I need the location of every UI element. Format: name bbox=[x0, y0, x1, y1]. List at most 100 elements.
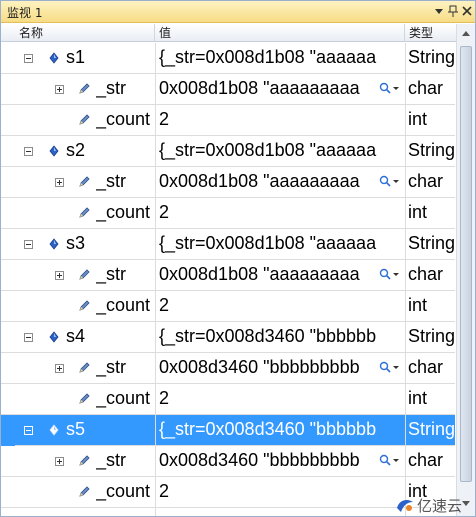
pencil-icon bbox=[77, 268, 91, 282]
column-header: 名称 值 类型 bbox=[1, 24, 475, 42]
watch-value[interactable]: {_str=0x008d1b08 "aaaaaa bbox=[159, 47, 403, 68]
column-divider bbox=[155, 43, 156, 516]
watch-child-row[interactable]: _str 0x008d3460 "bbbbbbbbb char bbox=[1, 353, 455, 384]
row-gutter bbox=[1, 43, 15, 74]
expand-icon[interactable] bbox=[55, 364, 64, 373]
vertical-scrollbar[interactable] bbox=[456, 24, 475, 516]
watch-child-row[interactable]: _str 0x008d3460 "bbbbbbbbb char bbox=[1, 446, 455, 477]
column-divider bbox=[405, 43, 406, 516]
watch-window: 监视 1 名称 值 类型 s1 {_str=0x008d1b08 "aaaaaa S… bbox=[0, 0, 476, 517]
watch-value[interactable]: 2 bbox=[159, 388, 403, 409]
diamond-icon bbox=[47, 237, 61, 251]
expand-icon[interactable] bbox=[55, 271, 64, 280]
pencil-icon bbox=[77, 206, 91, 220]
expand-icon[interactable] bbox=[55, 178, 64, 187]
watch-row[interactable]: s2 {_str=0x008d1b08 "aaaaaa String bbox=[1, 136, 455, 167]
row-gutter bbox=[1, 260, 15, 291]
watch-type: char bbox=[408, 450, 444, 470]
watch-value[interactable]: {_str=0x008d3460 "bbbbbb bbox=[159, 326, 403, 347]
row-gutter bbox=[1, 446, 15, 477]
watch-child-row[interactable]: _count 2 int bbox=[1, 291, 455, 322]
watch-name: s3 bbox=[66, 233, 86, 253]
watch-type: String bbox=[408, 233, 455, 253]
text-visualizer-icon[interactable] bbox=[378, 81, 399, 97]
watermark-logo-icon bbox=[395, 496, 415, 516]
text-visualizer-icon[interactable] bbox=[378, 174, 399, 190]
watch-name: _str bbox=[96, 357, 127, 377]
diamond-icon bbox=[47, 51, 61, 65]
watch-value[interactable]: 0x008d1b08 "aaaaaaaaa bbox=[159, 78, 379, 99]
watch-child-row[interactable]: _count 2 int bbox=[1, 198, 455, 229]
watch-value[interactable]: 2 bbox=[159, 481, 403, 502]
watch-value[interactable]: 2 bbox=[159, 109, 403, 130]
title-bar[interactable]: 监视 1 bbox=[1, 1, 475, 23]
watch-row[interactable]: s5 {_str=0x008d3460 "bbbbbb String bbox=[1, 415, 455, 446]
row-gutter bbox=[1, 477, 15, 508]
watch-value[interactable]: 0x008d3460 "bbbbbbbbb bbox=[159, 450, 379, 471]
row-gutter bbox=[1, 322, 15, 353]
watch-value[interactable]: {_str=0x008d1b08 "aaaaaa bbox=[159, 233, 403, 254]
watch-row[interactable]: s4 {_str=0x008d3460 "bbbbbb String bbox=[1, 322, 455, 353]
pencil-icon bbox=[77, 82, 91, 96]
expand-icon[interactable] bbox=[55, 85, 64, 94]
watch-child-row[interactable]: _count 2 int bbox=[1, 384, 455, 415]
watch-value[interactable]: 0x008d1b08 "aaaaaaaaa bbox=[159, 264, 379, 285]
watch-value[interactable]: 0x008d3460 "bbbbbbbbb bbox=[159, 357, 379, 378]
watch-child-row[interactable]: _str 0x008d1b08 "aaaaaaaaa char bbox=[1, 74, 455, 105]
collapse-icon[interactable] bbox=[24, 333, 33, 342]
diamond-icon bbox=[47, 330, 61, 344]
scroll-up-icon[interactable] bbox=[459, 27, 473, 41]
watch-child-row[interactable]: _count 2 int bbox=[1, 477, 455, 508]
pencil-icon bbox=[77, 299, 91, 313]
watch-value[interactable]: {_str=0x008d3460 "bbbbbb bbox=[159, 419, 403, 440]
row-gutter bbox=[1, 167, 15, 198]
watch-child-row[interactable]: _str 0x008d1b08 "aaaaaaaaa char bbox=[1, 167, 455, 198]
row-gutter bbox=[1, 105, 15, 136]
watch-child-row[interactable]: _count 2 int bbox=[1, 105, 455, 136]
collapse-icon[interactable] bbox=[24, 54, 33, 63]
watermark-text: 亿速云 bbox=[417, 497, 463, 515]
watch-name: _count bbox=[96, 481, 151, 501]
row-gutter bbox=[1, 415, 15, 446]
collapse-icon[interactable] bbox=[24, 240, 33, 249]
watch-value[interactable]: 2 bbox=[159, 295, 403, 316]
row-gutter bbox=[1, 353, 15, 384]
pencil-icon bbox=[77, 175, 91, 189]
row-gutter bbox=[1, 229, 15, 260]
watch-row[interactable]: s1 {_str=0x008d1b08 "aaaaaa String bbox=[1, 43, 455, 74]
watch-child-row[interactable]: _str 0x008d1b08 "aaaaaaaaa char bbox=[1, 260, 455, 291]
column-type-header[interactable]: 类型 bbox=[405, 24, 457, 42]
watch-name: _count bbox=[96, 202, 151, 222]
watch-value[interactable]: 0x008d1b08 "aaaaaaaaa bbox=[159, 171, 379, 192]
watch-type: char bbox=[408, 357, 444, 377]
expand-icon[interactable] bbox=[55, 457, 64, 466]
watch-name: s4 bbox=[66, 326, 86, 346]
watch-row[interactable]: s3 {_str=0x008d1b08 "aaaaaa String bbox=[1, 229, 455, 260]
watch-name: _str bbox=[96, 264, 127, 284]
window-title: 监视 1 bbox=[7, 6, 43, 20]
watch-type: String bbox=[408, 47, 455, 67]
collapse-icon[interactable] bbox=[24, 147, 33, 156]
watch-value[interactable]: {_str=0x008d1b08 "aaaaaa bbox=[159, 140, 403, 161]
watch-name: s1 bbox=[66, 47, 86, 67]
close-icon[interactable] bbox=[459, 3, 475, 19]
collapse-icon[interactable] bbox=[24, 426, 33, 435]
row-gutter bbox=[1, 291, 15, 322]
watch-value[interactable]: 2 bbox=[159, 202, 403, 223]
watch-type: String bbox=[408, 140, 455, 160]
pencil-icon bbox=[77, 485, 91, 499]
text-visualizer-icon[interactable] bbox=[378, 453, 399, 469]
watch-name: _count bbox=[96, 109, 151, 129]
watermark: 亿速云 bbox=[395, 494, 475, 516]
text-visualizer-icon[interactable] bbox=[378, 360, 399, 376]
scroll-thumb[interactable] bbox=[460, 46, 472, 482]
pencil-icon bbox=[77, 454, 91, 468]
watch-name: s5 bbox=[66, 419, 86, 439]
diamond-icon bbox=[47, 423, 61, 437]
column-value-header[interactable]: 值 bbox=[155, 24, 405, 42]
row-gutter bbox=[1, 384, 15, 415]
column-name-header[interactable]: 名称 bbox=[15, 24, 155, 42]
watch-name: _str bbox=[96, 78, 127, 98]
watch-type: char bbox=[408, 78, 444, 98]
text-visualizer-icon[interactable] bbox=[378, 267, 399, 283]
